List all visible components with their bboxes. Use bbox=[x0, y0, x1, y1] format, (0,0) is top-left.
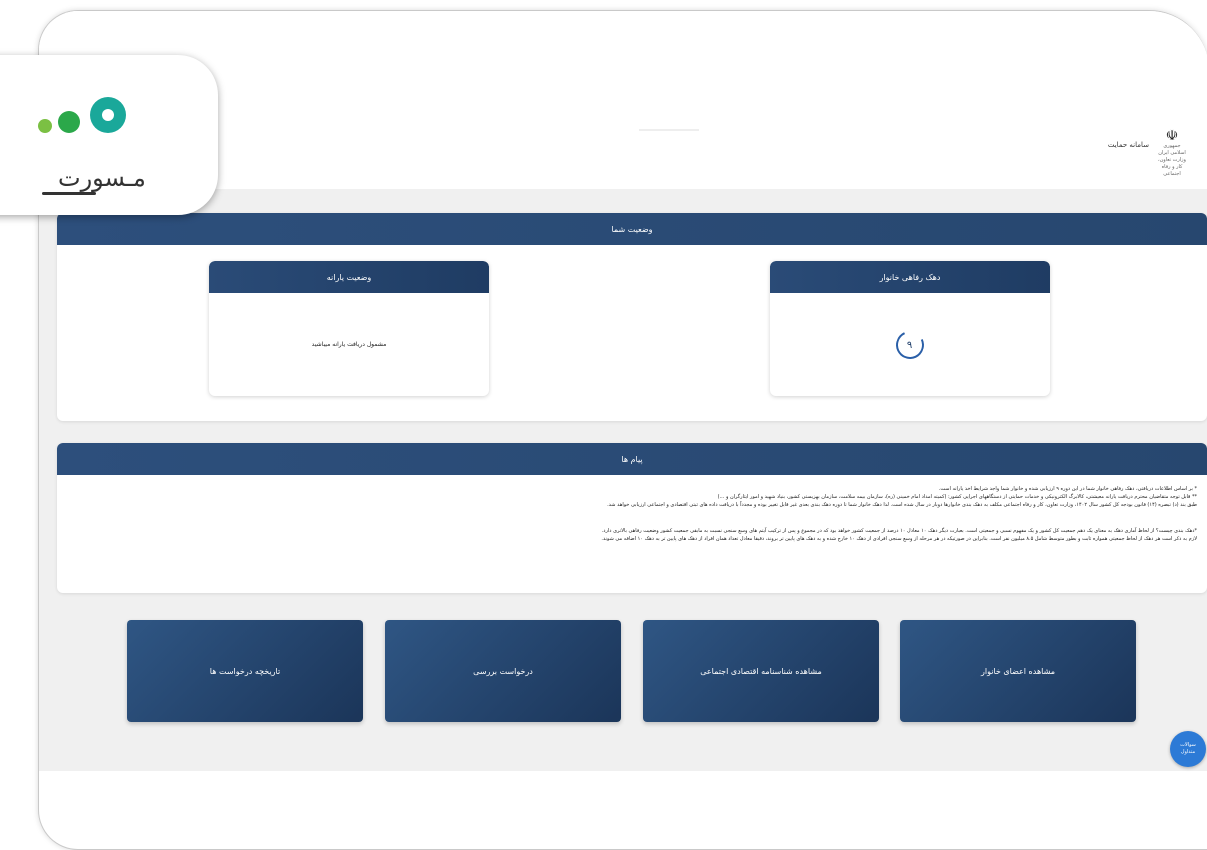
faq-label-1: سوالات bbox=[1180, 742, 1196, 748]
messages-body: * بر اساس اطلاعات دریافتی، دهک رفاهی خان… bbox=[57, 475, 1207, 543]
logo-dot-hole bbox=[102, 109, 114, 121]
messages-section-title: پیام ها bbox=[57, 443, 1207, 475]
status-section: وضعیت شما وضعیت یارانه مشمول دریافت یارا… bbox=[57, 213, 1207, 421]
logo-card: مـسورت bbox=[0, 55, 218, 215]
message-line: *دهک بندی چیست؟ از لحاظ آماری دهک به معن… bbox=[601, 528, 1197, 534]
review-request-button[interactable]: درخواست بررسی bbox=[385, 620, 621, 722]
messages-section: پیام ها * بر اساس اطلاعات دریافتی، دهک ر… bbox=[57, 443, 1207, 593]
brand[interactable]: ☫ جمهوری اسلامی ایران وزارت تعاون، کار و… bbox=[1107, 129, 1189, 177]
decile-ring-icon: ۹ bbox=[892, 326, 928, 363]
message-line: ** قابل توجه متقاضیان محترم دریافت یاران… bbox=[717, 494, 1197, 500]
action-buttons: مشاهده اعضای خانوار مشاهده شناسنامه اقتص… bbox=[39, 620, 1207, 724]
status-section-title: وضعیت شما bbox=[57, 213, 1207, 245]
main-content: وضعیت شما وضعیت یارانه مشمول دریافت یارا… bbox=[39, 189, 1207, 771]
message-line: * بر اساس اطلاعات دریافتی، دهک رفاهی خان… bbox=[938, 486, 1197, 492]
economic-id-button[interactable]: مشاهده شناسنامه اقتصادی اجتماعی bbox=[643, 620, 879, 722]
decile-card: دهک رفاهی خانوار ۹ bbox=[770, 261, 1050, 396]
request-history-button[interactable]: تاریخچه درخواست ها bbox=[127, 620, 363, 722]
logo-text: مـسورت bbox=[58, 164, 146, 192]
iran-emblem-icon: ☫ جمهوری اسلامی ایران وزارت تعاون، کار و… bbox=[1155, 129, 1189, 177]
message-line: طبق بند (د) تبصره (۱۴) قانون بودجه کل کش… bbox=[607, 502, 1197, 508]
header-divider bbox=[639, 129, 699, 131]
decile-value: ۹ bbox=[907, 339, 913, 350]
logo-underline bbox=[42, 192, 96, 195]
subsidy-status-card: وضعیت یارانه مشمول دریافت یارانه میباشید bbox=[209, 261, 489, 396]
message-line: لازم به ذکر است هر دهک از لحاظ جمعیتی هم… bbox=[601, 536, 1197, 542]
subsidy-status-text: مشمول دریافت یارانه میباشید bbox=[311, 341, 387, 348]
emblem-caption-1: جمهوری اسلامی ایران bbox=[1158, 143, 1186, 156]
decile-card-title: دهک رفاهی خانوار bbox=[770, 261, 1050, 293]
logo-dot-medium bbox=[58, 111, 80, 133]
logo-mark bbox=[38, 93, 178, 153]
logo-dot-small bbox=[38, 119, 52, 133]
faq-label-2: متداول bbox=[1180, 749, 1196, 755]
faq-chat-button[interactable]: سوالات متداول bbox=[1170, 731, 1206, 767]
logo-wordmark: مـسورت bbox=[38, 160, 168, 200]
system-name: سامانه حمایت bbox=[1107, 141, 1149, 149]
family-members-button[interactable]: مشاهده اعضای خانوار bbox=[900, 620, 1136, 722]
emblem-caption-2: وزارت تعاون، کار و رفاه اجتماعی bbox=[1158, 157, 1186, 177]
subsidy-card-title: وضعیت یارانه bbox=[209, 261, 489, 293]
